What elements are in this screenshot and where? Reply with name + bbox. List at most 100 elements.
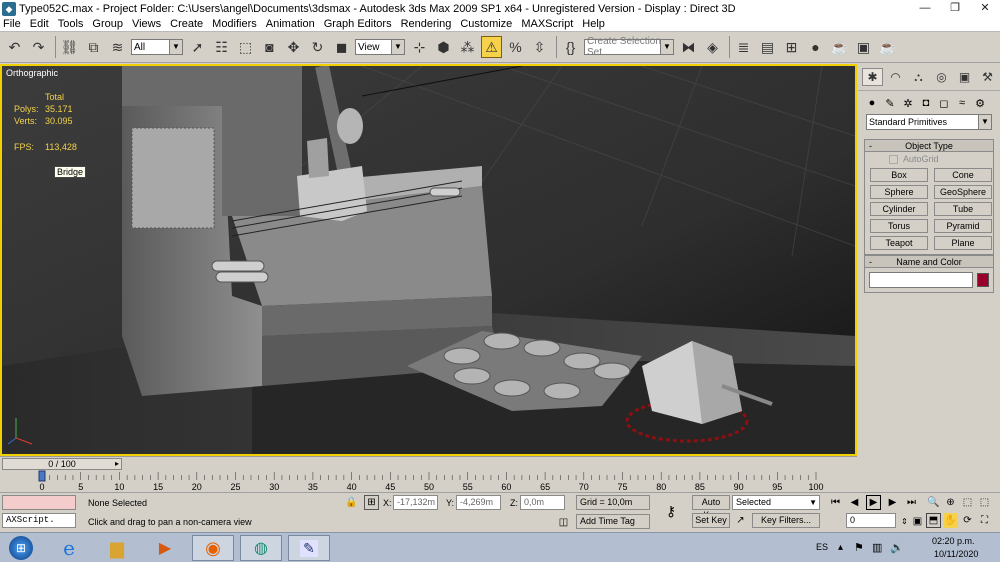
menu-customize[interactable]: Customize [460,18,512,30]
menu-maxscript[interactable]: MAXScript [521,18,573,30]
rendered-frame-icon[interactable]: ▣ [853,36,874,58]
object-type-header[interactable]: - Object Type [865,140,993,152]
zoom-extents-icon[interactable]: ⬚ [960,495,975,510]
menu-rendering[interactable]: Rendering [401,18,452,30]
key-mode-toggle-icon[interactable]: ▣ [910,514,925,529]
create-tab-icon[interactable]: ✱ [862,68,883,86]
menu-modifiers[interactable]: Modifiers [212,18,257,30]
language-indicator[interactable]: ES [816,542,828,552]
maxscript-mini-listener[interactable]: AXScript. [2,513,76,528]
name-color-header[interactable]: - Name and Color [865,256,993,268]
shapes-icon[interactable]: ✎ [882,95,898,111]
snap-toggle-icon[interactable]: ⁂ [457,36,478,58]
slider-right-arrow-icon[interactable]: ▸ [112,458,122,470]
volume-icon[interactable]: 🔊 [890,541,904,554]
geosphere-button[interactable]: GeoSphere [934,185,992,199]
network-icon[interactable]: ▥ [872,541,882,554]
torus-button[interactable]: Torus [870,219,928,233]
previous-frame-icon[interactable]: ◀ [847,495,862,510]
mirror-icon[interactable]: ⧓ [678,36,699,58]
close-button[interactable]: ✕ [970,0,1000,17]
object-name-input[interactable] [869,272,973,288]
systems-icon[interactable]: ⚙ [972,95,988,111]
spinner-snap-icon[interactable]: ⇳ [529,36,550,58]
taskbar-internet-explorer[interactable]: e [48,535,90,561]
minimize-button[interactable]: — [910,0,940,17]
menu-views[interactable]: Views [132,18,161,30]
cone-button[interactable]: Cone [934,168,992,182]
time-slider[interactable]: 0 / 100 [2,458,122,470]
sphere-button[interactable]: Sphere [870,185,928,199]
pyramid-button[interactable]: Pyramid [934,219,992,233]
clock-date[interactable]: 10/11/2020 [934,549,978,559]
angle-snap-icon[interactable]: ⚠ [481,36,502,58]
menu-help[interactable]: Help [582,18,605,30]
taskbar-app[interactable]: ◍ [240,535,282,561]
helpers-icon[interactable]: ◻ [936,95,952,111]
menu-tools[interactable]: Tools [58,18,84,30]
edit-named-selection-icon[interactable]: {} [560,36,581,58]
rectangular-selection-icon[interactable]: ⬚ [235,36,256,58]
modify-tab-icon[interactable]: ◠ [885,68,906,86]
box-button[interactable]: Box [870,168,928,182]
utilities-tab-icon[interactable]: ⚒ [977,68,998,86]
schematic-view-icon[interactable]: ⊞ [781,36,802,58]
zoom-extents-all-icon[interactable]: ⬚ [977,495,992,510]
key-filters-button[interactable]: Key Filters... [752,513,820,528]
tube-button[interactable]: Tube [934,202,992,216]
lock-icon[interactable]: 🔒 [344,495,359,510]
unlink-icon[interactable]: ⧉ [83,36,104,58]
taskbar-3dsmax[interactable]: ✎ [288,535,330,561]
field-of-view-icon[interactable]: ⬒ [926,513,941,528]
track-bar[interactable]: 0 5 10 15 20 25 30 35 40 45 50 55 60 65 70 75 80 85 90 95 10… [0,470,857,492]
select-object-icon[interactable]: ➚ [187,36,208,58]
menu-group[interactable]: Group [92,18,123,30]
z-coordinate-field[interactable]: 0,0m [520,495,565,510]
autogrid-checkbox[interactable]: AutoGrid [865,152,993,164]
maxscript-listener-top[interactable] [2,495,76,510]
layer-manager-icon[interactable]: ≣ [733,36,754,58]
window-crossing-icon[interactable]: ◙ [259,36,280,58]
set-key-button[interactable]: Set Key [692,513,730,528]
flag-icon[interactable]: ⚑ [854,541,864,554]
go-to-start-icon[interactable]: ⏮ [828,495,843,510]
hierarchy-tab-icon[interactable]: ⛬ [908,68,929,86]
geometry-icon[interactable]: ● [864,95,880,111]
current-frame-marker[interactable] [38,470,46,482]
maximize-button[interactable]: ❐ [940,0,970,17]
primitive-category-select[interactable]: Standard Primitives ▼ [866,114,992,130]
redo-icon[interactable]: ↷ [28,36,49,58]
time-tag-icon[interactable]: ◫ [556,515,571,530]
percent-snap-icon[interactable]: % [505,36,526,58]
selection-filter-select[interactable]: All ▼ [131,39,183,55]
rotate-icon[interactable]: ↻ [307,36,328,58]
next-frame-icon[interactable]: ▶ [885,495,900,510]
align-icon[interactable]: ◈ [702,36,723,58]
orthographic-viewport[interactable]: Orthographic Total Polys: 35.171 Verts: … [0,64,857,456]
menu-file[interactable]: File [3,18,21,30]
pivot-center-icon[interactable]: ⊹ [409,36,430,58]
clock-time[interactable]: 02:20 p.m. [932,536,975,546]
teapot-button[interactable]: Teapot [870,236,928,250]
x-coordinate-field[interactable]: -17,132m [393,495,438,510]
bind-space-warp-icon[interactable]: ≋ [107,36,128,58]
motion-tab-icon[interactable]: ◎ [931,68,952,86]
pan-view-icon[interactable]: ✋ [943,513,958,528]
go-to-end-icon[interactable]: ⏭ [904,495,919,510]
render-setup-icon[interactable]: ☕ [829,36,850,58]
scale-icon[interactable]: ◼ [331,36,352,58]
y-coordinate-field[interactable]: -4,269m [456,495,501,510]
move-icon[interactable]: ✥ [283,36,304,58]
current-frame-field[interactable]: 0 [846,513,896,528]
space-warps-icon[interactable]: ≈ [954,95,970,111]
named-selection-set-select[interactable]: Create Selection Set ▼ [584,36,674,58]
orbit-icon[interactable]: ⟳ [960,513,975,528]
menu-animation[interactable]: Animation [266,18,315,30]
zoom-icon[interactable]: 🔍 [926,495,941,510]
display-tab-icon[interactable]: ▣ [954,68,975,86]
absolute-mode-icon[interactable]: ⊞ [364,495,379,510]
menu-graph-editors[interactable]: Graph Editors [324,18,392,30]
default-tangent-icon[interactable]: ↗ [733,513,748,528]
lights-icon[interactable]: ✲ [900,95,916,111]
set-key-icon[interactable]: ⚷ [657,501,685,521]
